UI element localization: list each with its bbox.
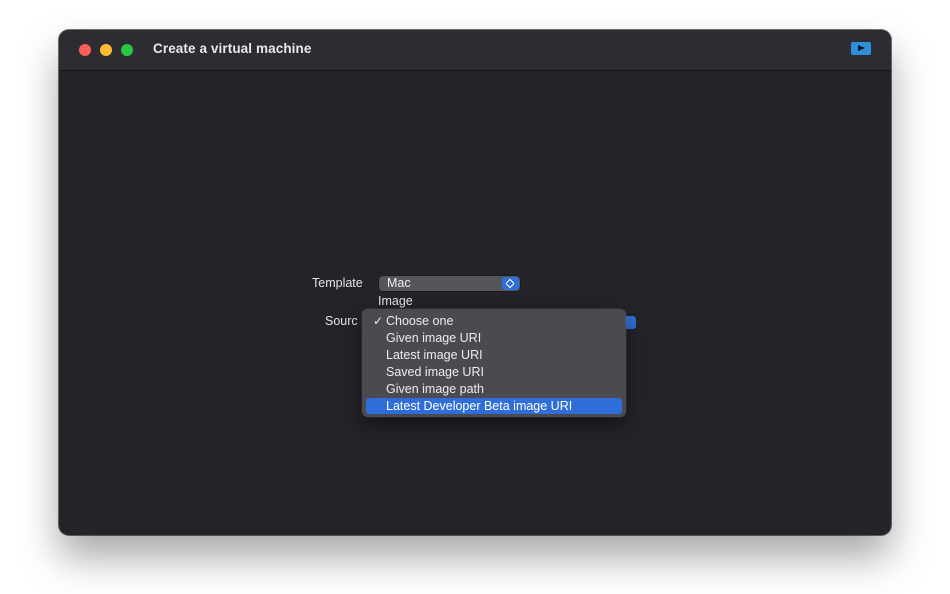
main-window: Create a virtual machine Template Mac Im… [59, 30, 891, 535]
menu-item-given-image-path[interactable]: Given image path [366, 381, 622, 397]
chevron-updown-icon [502, 277, 519, 290]
source-dropdown-menu: ✓ Choose one Given image URI Latest imag… [362, 309, 626, 417]
image-label: Image [378, 294, 413, 308]
play-icon[interactable] [851, 42, 871, 55]
menu-item-choose-one[interactable]: ✓ Choose one [366, 313, 622, 329]
title-bar: Create a virtual machine [59, 30, 891, 71]
menu-item-given-image-uri[interactable]: Given image URI [366, 330, 622, 346]
source-label: Sourc [325, 314, 358, 328]
minimize-window-button[interactable] [100, 44, 112, 56]
template-label: Template [312, 276, 363, 290]
zoom-window-button[interactable] [121, 44, 133, 56]
close-window-button[interactable] [79, 44, 91, 56]
template-popup[interactable]: Mac [379, 276, 520, 291]
checkmark-icon: ✓ [373, 314, 384, 328]
window-title: Create a virtual machine [153, 41, 312, 56]
template-value: Mac [387, 276, 411, 290]
menu-item-saved-image-uri[interactable]: Saved image URI [366, 364, 622, 380]
menu-item-latest-developer-beta-image-uri[interactable]: Latest Developer Beta image URI [366, 398, 622, 414]
menu-item-latest-image-uri[interactable]: Latest image URI [366, 347, 622, 363]
